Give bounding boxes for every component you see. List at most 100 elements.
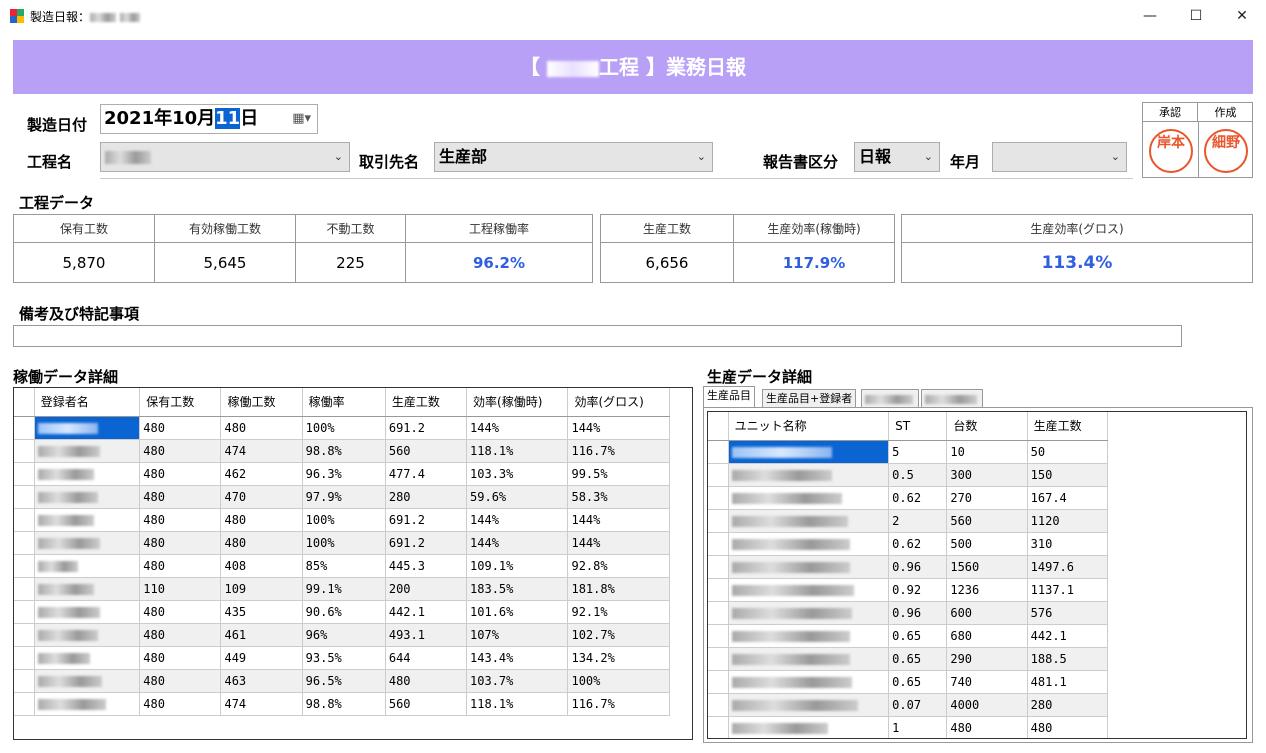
table-cell[interactable]: 480: [139, 692, 222, 716]
table-cell[interactable]: 118.1%: [466, 439, 569, 463]
table-row[interactable]: 0.07 4000 280: [708, 693, 1109, 717]
table-row[interactable]: 0.65 290 188.5: [708, 647, 1109, 671]
table-row[interactable]: 0.65 680 442.1: [708, 624, 1109, 648]
table-cell[interactable]: 435: [220, 600, 303, 624]
table-cell[interactable]: [34, 508, 141, 532]
table-cell[interactable]: 300: [946, 463, 1028, 487]
table-cell[interactable]: 10: [946, 440, 1028, 464]
calendar-icon[interactable]: ▦▾: [292, 105, 311, 133]
table-row[interactable]: 480 480 100% 691.2 144% 144%: [14, 531, 670, 555]
table-cell[interactable]: 1236: [946, 578, 1028, 602]
operation-detail-grid[interactable]: 登録者名 保有工数 稼働工数 稼働率 生産工数 効率(稼働時) 効率(グロス) 480 480…: [13, 387, 693, 740]
table-cell[interactable]: 96%: [302, 623, 386, 647]
row-header[interactable]: [14, 439, 35, 463]
table-cell[interactable]: 0.96: [888, 555, 948, 579]
row-header[interactable]: [708, 647, 729, 671]
table-cell[interactable]: 644: [385, 646, 468, 670]
table-row[interactable]: 480 462 96.3% 477.4 103.3% 99.5%: [14, 462, 670, 486]
table-row[interactable]: 0.62 270 167.4: [708, 486, 1109, 510]
table-cell[interactable]: [34, 577, 141, 601]
column-header[interactable]: 効率(稼働時): [466, 388, 569, 417]
table-cell[interactable]: 480: [139, 439, 222, 463]
table-row[interactable]: 480 449 93.5% 644 143.4% 134.2%: [14, 646, 670, 670]
table-cell[interactable]: 680: [946, 624, 1028, 648]
table-cell[interactable]: 102.7%: [567, 623, 670, 647]
table-cell[interactable]: 480: [385, 669, 468, 693]
table-cell[interactable]: 1497.6: [1027, 555, 1109, 579]
table-cell[interactable]: [34, 600, 141, 624]
table-cell[interactable]: 270: [946, 486, 1028, 510]
table-cell[interactable]: 90.6%: [302, 600, 386, 624]
table-cell[interactable]: 144%: [567, 416, 670, 440]
table-cell[interactable]: 691.2: [385, 508, 468, 532]
tab-production-items[interactable]: 生産品目: [703, 386, 755, 408]
table-cell[interactable]: 474: [220, 692, 303, 716]
table-row[interactable]: 110 109 99.1% 200 183.5% 181.8%: [14, 577, 670, 601]
table-cell[interactable]: 0.62: [888, 532, 948, 556]
table-cell[interactable]: 98.8%: [302, 692, 386, 716]
row-header[interactable]: [708, 716, 729, 738]
table-cell[interactable]: 691.2: [385, 416, 468, 440]
table-cell[interactable]: 449: [220, 646, 303, 670]
production-detail-grid[interactable]: ユニット名称 ST 台数 生産工数 5 10 50 0.5 300 150 0.62 270 167.…: [707, 411, 1247, 739]
table-row[interactable]: 480 408 85% 445.3 109.1% 92.8%: [14, 554, 670, 578]
customer-select[interactable]: 生産部 ⌄: [434, 142, 713, 172]
table-cell[interactable]: [728, 716, 890, 738]
table-cell[interactable]: 442.1: [385, 600, 468, 624]
table-cell[interactable]: 107%: [466, 623, 569, 647]
table-cell[interactable]: [728, 463, 890, 487]
table-cell[interactable]: [728, 555, 890, 579]
row-header[interactable]: [14, 508, 35, 532]
table-cell[interactable]: 310: [1027, 532, 1109, 556]
table-row[interactable]: 480 480 100% 691.2 144% 144%: [14, 508, 670, 532]
table-row[interactable]: 5 10 50: [708, 440, 1109, 464]
table-cell[interactable]: 101.6%: [466, 600, 569, 624]
table-cell[interactable]: [728, 532, 890, 556]
table-row[interactable]: 0.5 300 150: [708, 463, 1109, 487]
table-cell[interactable]: 461: [220, 623, 303, 647]
table-cell[interactable]: 97.9%: [302, 485, 386, 509]
row-header[interactable]: [708, 463, 729, 487]
table-row[interactable]: 480 474 98.8% 560 118.1% 116.7%: [14, 439, 670, 463]
tab-three[interactable]: [861, 389, 919, 407]
table-cell[interactable]: 560: [385, 692, 468, 716]
row-header[interactable]: [708, 624, 729, 648]
table-cell[interactable]: 0.5: [888, 463, 948, 487]
table-cell[interactable]: 1: [888, 716, 948, 738]
table-cell[interactable]: 560: [385, 439, 468, 463]
table-cell[interactable]: 600: [946, 601, 1028, 625]
table-cell[interactable]: 92.1%: [567, 600, 670, 624]
table-cell[interactable]: 50: [1027, 440, 1109, 464]
row-header[interactable]: [14, 554, 35, 578]
maximize-button[interactable]: ☐: [1173, 0, 1219, 32]
table-cell[interactable]: 480: [946, 716, 1028, 738]
row-header[interactable]: [14, 623, 35, 647]
date-day-selected[interactable]: 11: [215, 108, 241, 129]
table-cell[interactable]: 474: [220, 439, 303, 463]
row-header[interactable]: [708, 486, 729, 510]
column-header[interactable]: 稼働率: [302, 388, 386, 417]
table-cell[interactable]: 560: [946, 509, 1028, 533]
row-header[interactable]: [14, 462, 35, 486]
table-cell[interactable]: 445.3: [385, 554, 468, 578]
table-row[interactable]: 480 474 98.8% 560 118.1% 116.7%: [14, 692, 670, 716]
row-header[interactable]: [708, 509, 729, 533]
table-cell[interactable]: 480: [139, 554, 222, 578]
table-cell[interactable]: [34, 439, 141, 463]
table-cell[interactable]: 408: [220, 554, 303, 578]
table-row[interactable]: 0.62 500 310: [708, 532, 1109, 556]
column-header[interactable]: 稼働工数: [220, 388, 303, 417]
row-header[interactable]: [14, 646, 35, 670]
table-cell[interactable]: 0.07: [888, 693, 948, 717]
table-cell[interactable]: 477.4: [385, 462, 468, 486]
table-cell[interactable]: 280: [1027, 693, 1109, 717]
table-cell[interactable]: 1120: [1027, 509, 1109, 533]
table-cell[interactable]: 93.5%: [302, 646, 386, 670]
row-header[interactable]: [14, 485, 35, 509]
table-cell[interactable]: 290: [946, 647, 1028, 671]
table-cell[interactable]: 99.1%: [302, 577, 386, 601]
table-cell[interactable]: [34, 462, 141, 486]
row-header[interactable]: [708, 440, 729, 464]
yearmonth-select[interactable]: ⌄: [992, 142, 1127, 172]
table-cell[interactable]: 134.2%: [567, 646, 670, 670]
